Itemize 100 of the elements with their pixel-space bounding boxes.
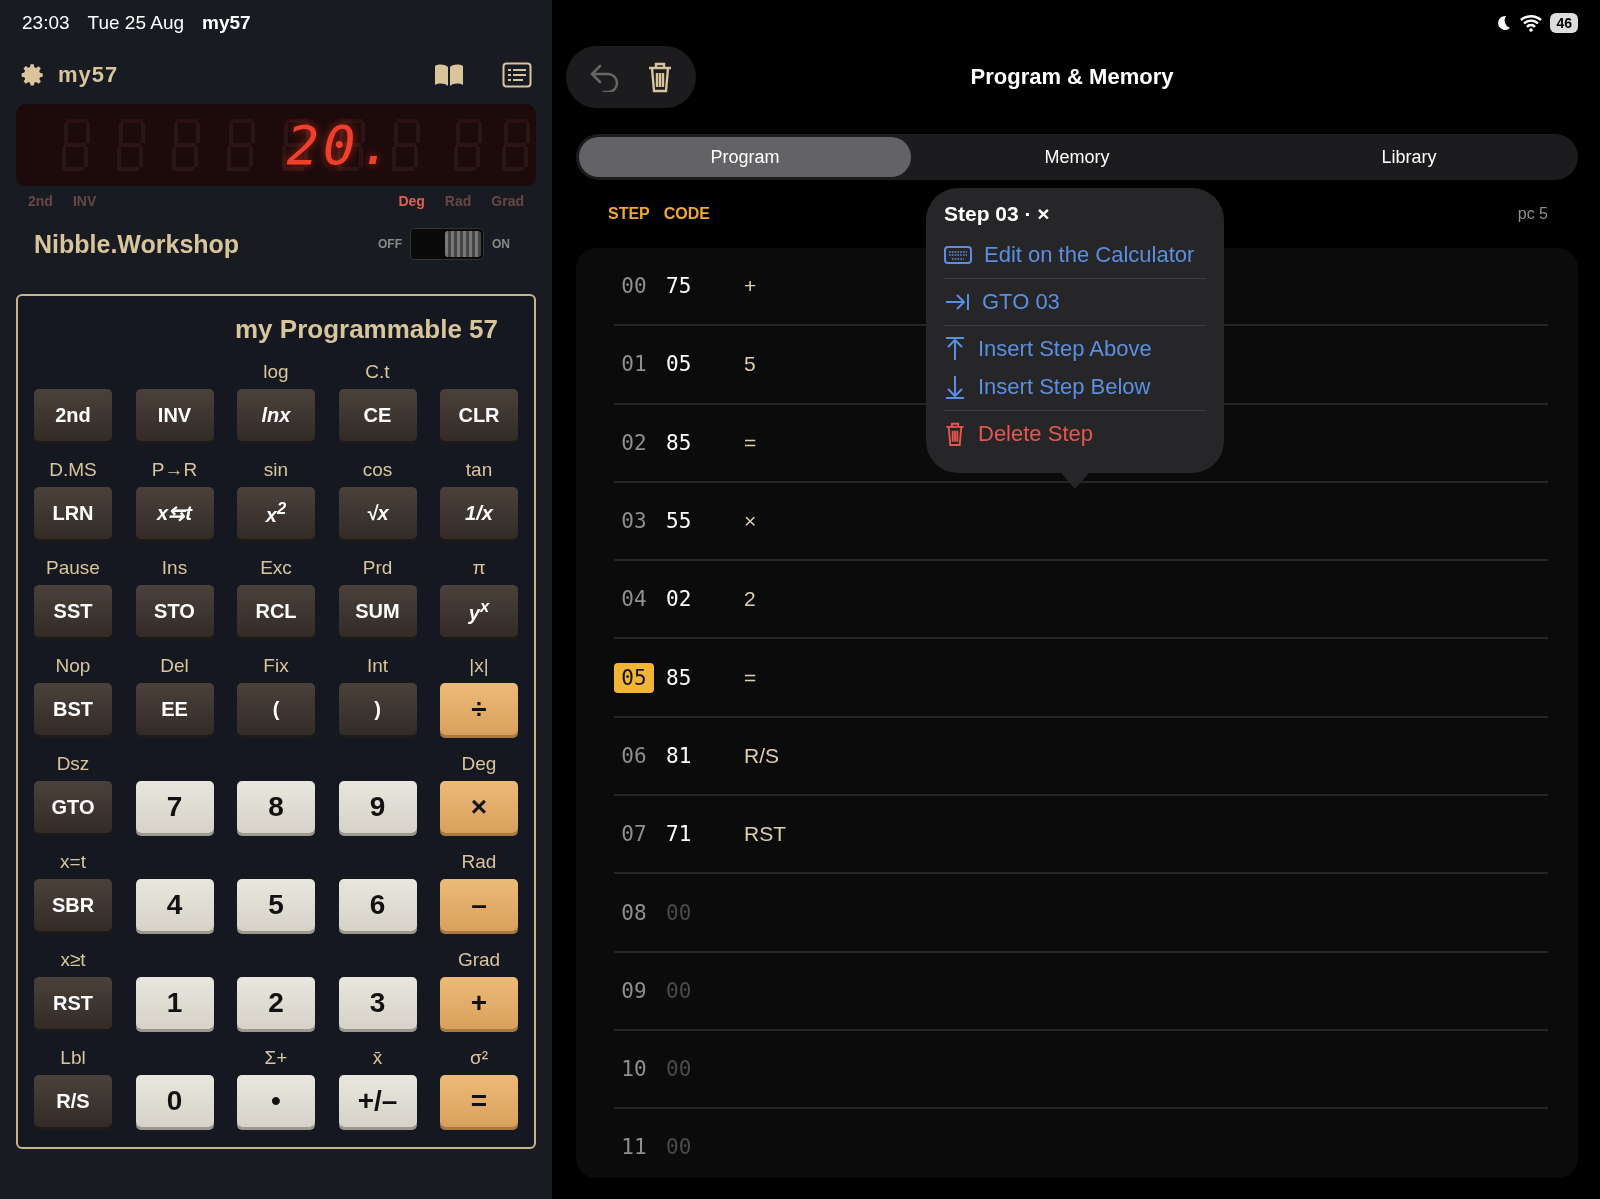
calculator-key[interactable]: SST <box>34 585 112 637</box>
power-switch[interactable] <box>410 228 484 260</box>
step-number: 11 <box>620 1134 648 1162</box>
step-number: 05 <box>614 662 654 693</box>
step-number: 08 <box>620 899 648 927</box>
trash-icon <box>646 61 674 93</box>
calculator-key[interactable]: 4 <box>135 879 214 931</box>
calculator-key[interactable]: ) <box>338 683 417 735</box>
calculator-key[interactable]: – <box>440 879 518 931</box>
switch-label: ON <box>492 237 510 251</box>
calculator-key[interactable]: R/S <box>34 1075 112 1127</box>
key-function-label: Rad <box>461 851 497 872</box>
key-function-label: π <box>472 557 486 578</box>
step-mnemonic: 2 <box>744 587 756 612</box>
calculator-key[interactable]: + <box>440 977 518 1029</box>
menu-item[interactable]: Insert Step Above <box>944 330 1152 368</box>
step-code: 02 <box>666 587 693 612</box>
step-number: 10 <box>620 1056 648 1084</box>
step-number: 03 <box>620 508 648 536</box>
key-function-label: sin <box>263 459 289 480</box>
model-name: my Programmable 57 <box>234 313 499 346</box>
calculator-key[interactable]: SUM <box>338 585 417 637</box>
calculator-key[interactable]: 1 <box>135 977 214 1029</box>
menu-item[interactable]: Edit on the Calculator <box>944 236 1195 274</box>
step-code: 71 <box>666 822 693 847</box>
calculator-key[interactable]: 2nd <box>34 389 112 441</box>
calculator-key[interactable]: LRN <box>34 487 112 539</box>
calculator-key[interactable]: +/– <box>338 1075 417 1127</box>
status-app-name: my57 <box>202 12 251 34</box>
calculator-key[interactable]: √x <box>338 487 417 539</box>
step-code: 00 <box>666 1135 693 1160</box>
step-code: 85 <box>666 430 693 455</box>
calculator-key[interactable]: CE <box>338 389 417 441</box>
calculator-key[interactable]: x⇆t <box>135 487 214 539</box>
calculator-key[interactable]: • <box>237 1075 315 1127</box>
calculator-key[interactable]: EE <box>135 683 214 735</box>
step-code: 05 <box>666 352 693 377</box>
mode-indicator: INV <box>72 193 97 209</box>
step-mnemonic: = <box>744 430 757 455</box>
calculator-key[interactable]: CLR <box>440 389 518 441</box>
step-number: 06 <box>620 742 648 770</box>
step-code: 75 <box>666 274 693 299</box>
menu-item[interactable]: Delete Step <box>944 415 1093 453</box>
step-code: 81 <box>666 743 693 768</box>
step-mnemonic: 5 <box>744 352 756 377</box>
step-mnemonic: RST <box>744 822 786 847</box>
program-counter: pc 5 <box>1517 205 1548 223</box>
wifi-icon <box>1520 14 1543 32</box>
settings-icon[interactable] <box>20 62 46 88</box>
calculator-key[interactable]: y$^{x}$ <box>440 585 518 637</box>
calculator-key[interactable]: lnx <box>237 389 315 441</box>
key-function-label: Lbl <box>60 1047 86 1068</box>
calculator-key[interactable]: 0 <box>135 1075 214 1127</box>
calculator-key[interactable]: ÷ <box>440 683 518 735</box>
calculator-key[interactable]: BST <box>34 683 112 735</box>
key-function-label: tan <box>465 459 493 480</box>
book-icon[interactable] <box>434 63 464 87</box>
calculator-key[interactable]: 5 <box>237 879 315 931</box>
calculator-key[interactable]: RST <box>34 977 112 1029</box>
mode-indicator: Grad <box>491 193 524 209</box>
step-mnemonic: R/S <box>744 743 779 768</box>
calculator-key[interactable]: SBR <box>34 879 112 931</box>
key-function-label: Grad <box>457 949 501 970</box>
segment-tab[interactable]: Library <box>1243 137 1575 177</box>
menu-item[interactable]: GTO 03 <box>944 283 1060 321</box>
calculator-key[interactable]: × <box>440 781 518 833</box>
step-code: 00 <box>666 978 693 1003</box>
mode-indicator: Rad <box>444 193 472 209</box>
key-function-label: Del <box>160 655 189 676</box>
calculator-key[interactable]: = <box>440 1075 518 1127</box>
key-function-label: D.MS <box>49 459 97 480</box>
key-function-label: Ins <box>161 557 188 578</box>
calculator-key[interactable]: RCL <box>237 585 315 637</box>
calculator-key[interactable]: 6 <box>338 879 417 931</box>
calculator-key[interactable]: x$^{2}$ <box>237 487 315 539</box>
calculator-key[interactable]: INV <box>135 389 214 441</box>
display-value: 20. <box>286 113 396 177</box>
calculator-key[interactable]: 2 <box>237 977 315 1029</box>
column-header: STEP <box>608 205 650 223</box>
calculator-key[interactable]: 9 <box>338 781 417 833</box>
menu-item[interactable]: Insert Step Below <box>944 368 1151 406</box>
calculator-key[interactable]: ( <box>237 683 315 735</box>
step-mnemonic: = <box>744 665 757 690</box>
calculator-key[interactable]: 3 <box>338 977 417 1029</box>
key-function-label: Int <box>366 655 389 676</box>
mode-indicator: Deg <box>398 193 425 209</box>
segment-tab[interactable]: Memory <box>911 137 1243 177</box>
app-name: my57 <box>58 62 120 88</box>
arrow-down-icon <box>944 374 966 400</box>
list-icon[interactable] <box>502 62 532 88</box>
key-function-label: Exc <box>260 557 292 578</box>
status-date: Tue 25 Aug <box>87 12 185 34</box>
arrow-up-icon <box>944 336 966 362</box>
calculator-key[interactable]: GTO <box>34 781 112 833</box>
calculator-key[interactable]: 1/x <box>440 487 518 539</box>
calculator-key[interactable]: 8 <box>237 781 315 833</box>
keyboard-icon <box>944 245 972 265</box>
segment-tab[interactable]: Program <box>579 137 911 177</box>
calculator-key[interactable]: 7 <box>135 781 214 833</box>
calculator-key[interactable]: STO <box>135 585 214 637</box>
